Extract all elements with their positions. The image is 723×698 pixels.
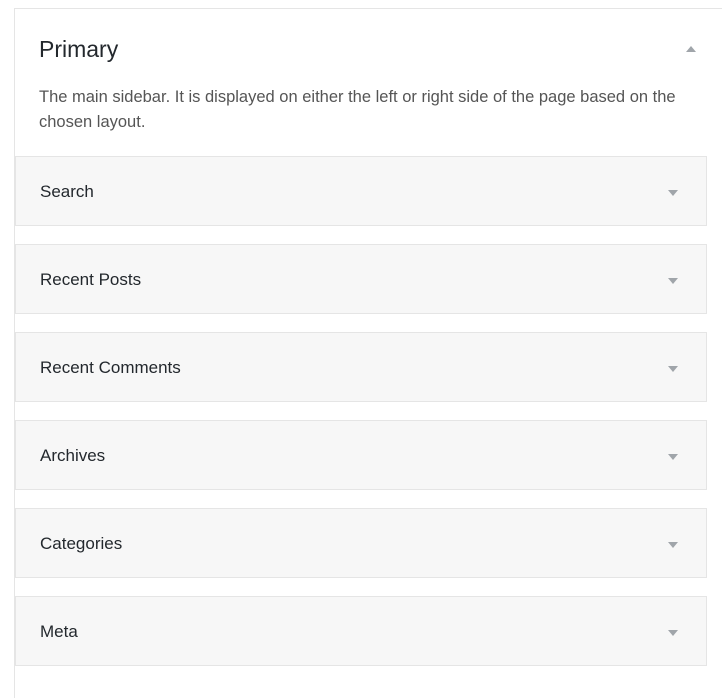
panel-description: The main sidebar. It is displayed on eit…: [39, 88, 676, 131]
widget-meta[interactable]: Meta: [15, 596, 707, 666]
widget-label: Search: [40, 182, 94, 201]
widget-label: Recent Comments: [40, 358, 181, 377]
widget-recent-posts[interactable]: Recent Posts: [15, 244, 707, 314]
widget-categories[interactable]: Categories: [15, 508, 707, 578]
triangle-down-icon[interactable]: [666, 274, 680, 286]
triangle-down-icon[interactable]: [666, 450, 680, 462]
triangle-down-icon[interactable]: [666, 362, 680, 374]
panel-title: Primary: [39, 36, 119, 62]
triangle-up-icon[interactable]: [683, 41, 699, 57]
widget-label: Meta: [40, 622, 78, 641]
triangle-down-icon[interactable]: [666, 626, 680, 638]
widget-list: Search Recent Posts Recent Comments Arch…: [15, 156, 707, 684]
widget-archives[interactable]: Archives: [15, 420, 707, 490]
widget-recent-comments[interactable]: Recent Comments: [15, 332, 707, 402]
triangle-down-icon[interactable]: [666, 538, 680, 550]
widget-label: Categories: [40, 534, 123, 553]
panel-header[interactable]: Primary: [39, 35, 699, 65]
widget-label: Archives: [40, 446, 106, 465]
triangle-down-icon[interactable]: [666, 186, 680, 198]
widget-label: Recent Posts: [40, 270, 142, 289]
widget-search[interactable]: Search: [15, 156, 707, 226]
